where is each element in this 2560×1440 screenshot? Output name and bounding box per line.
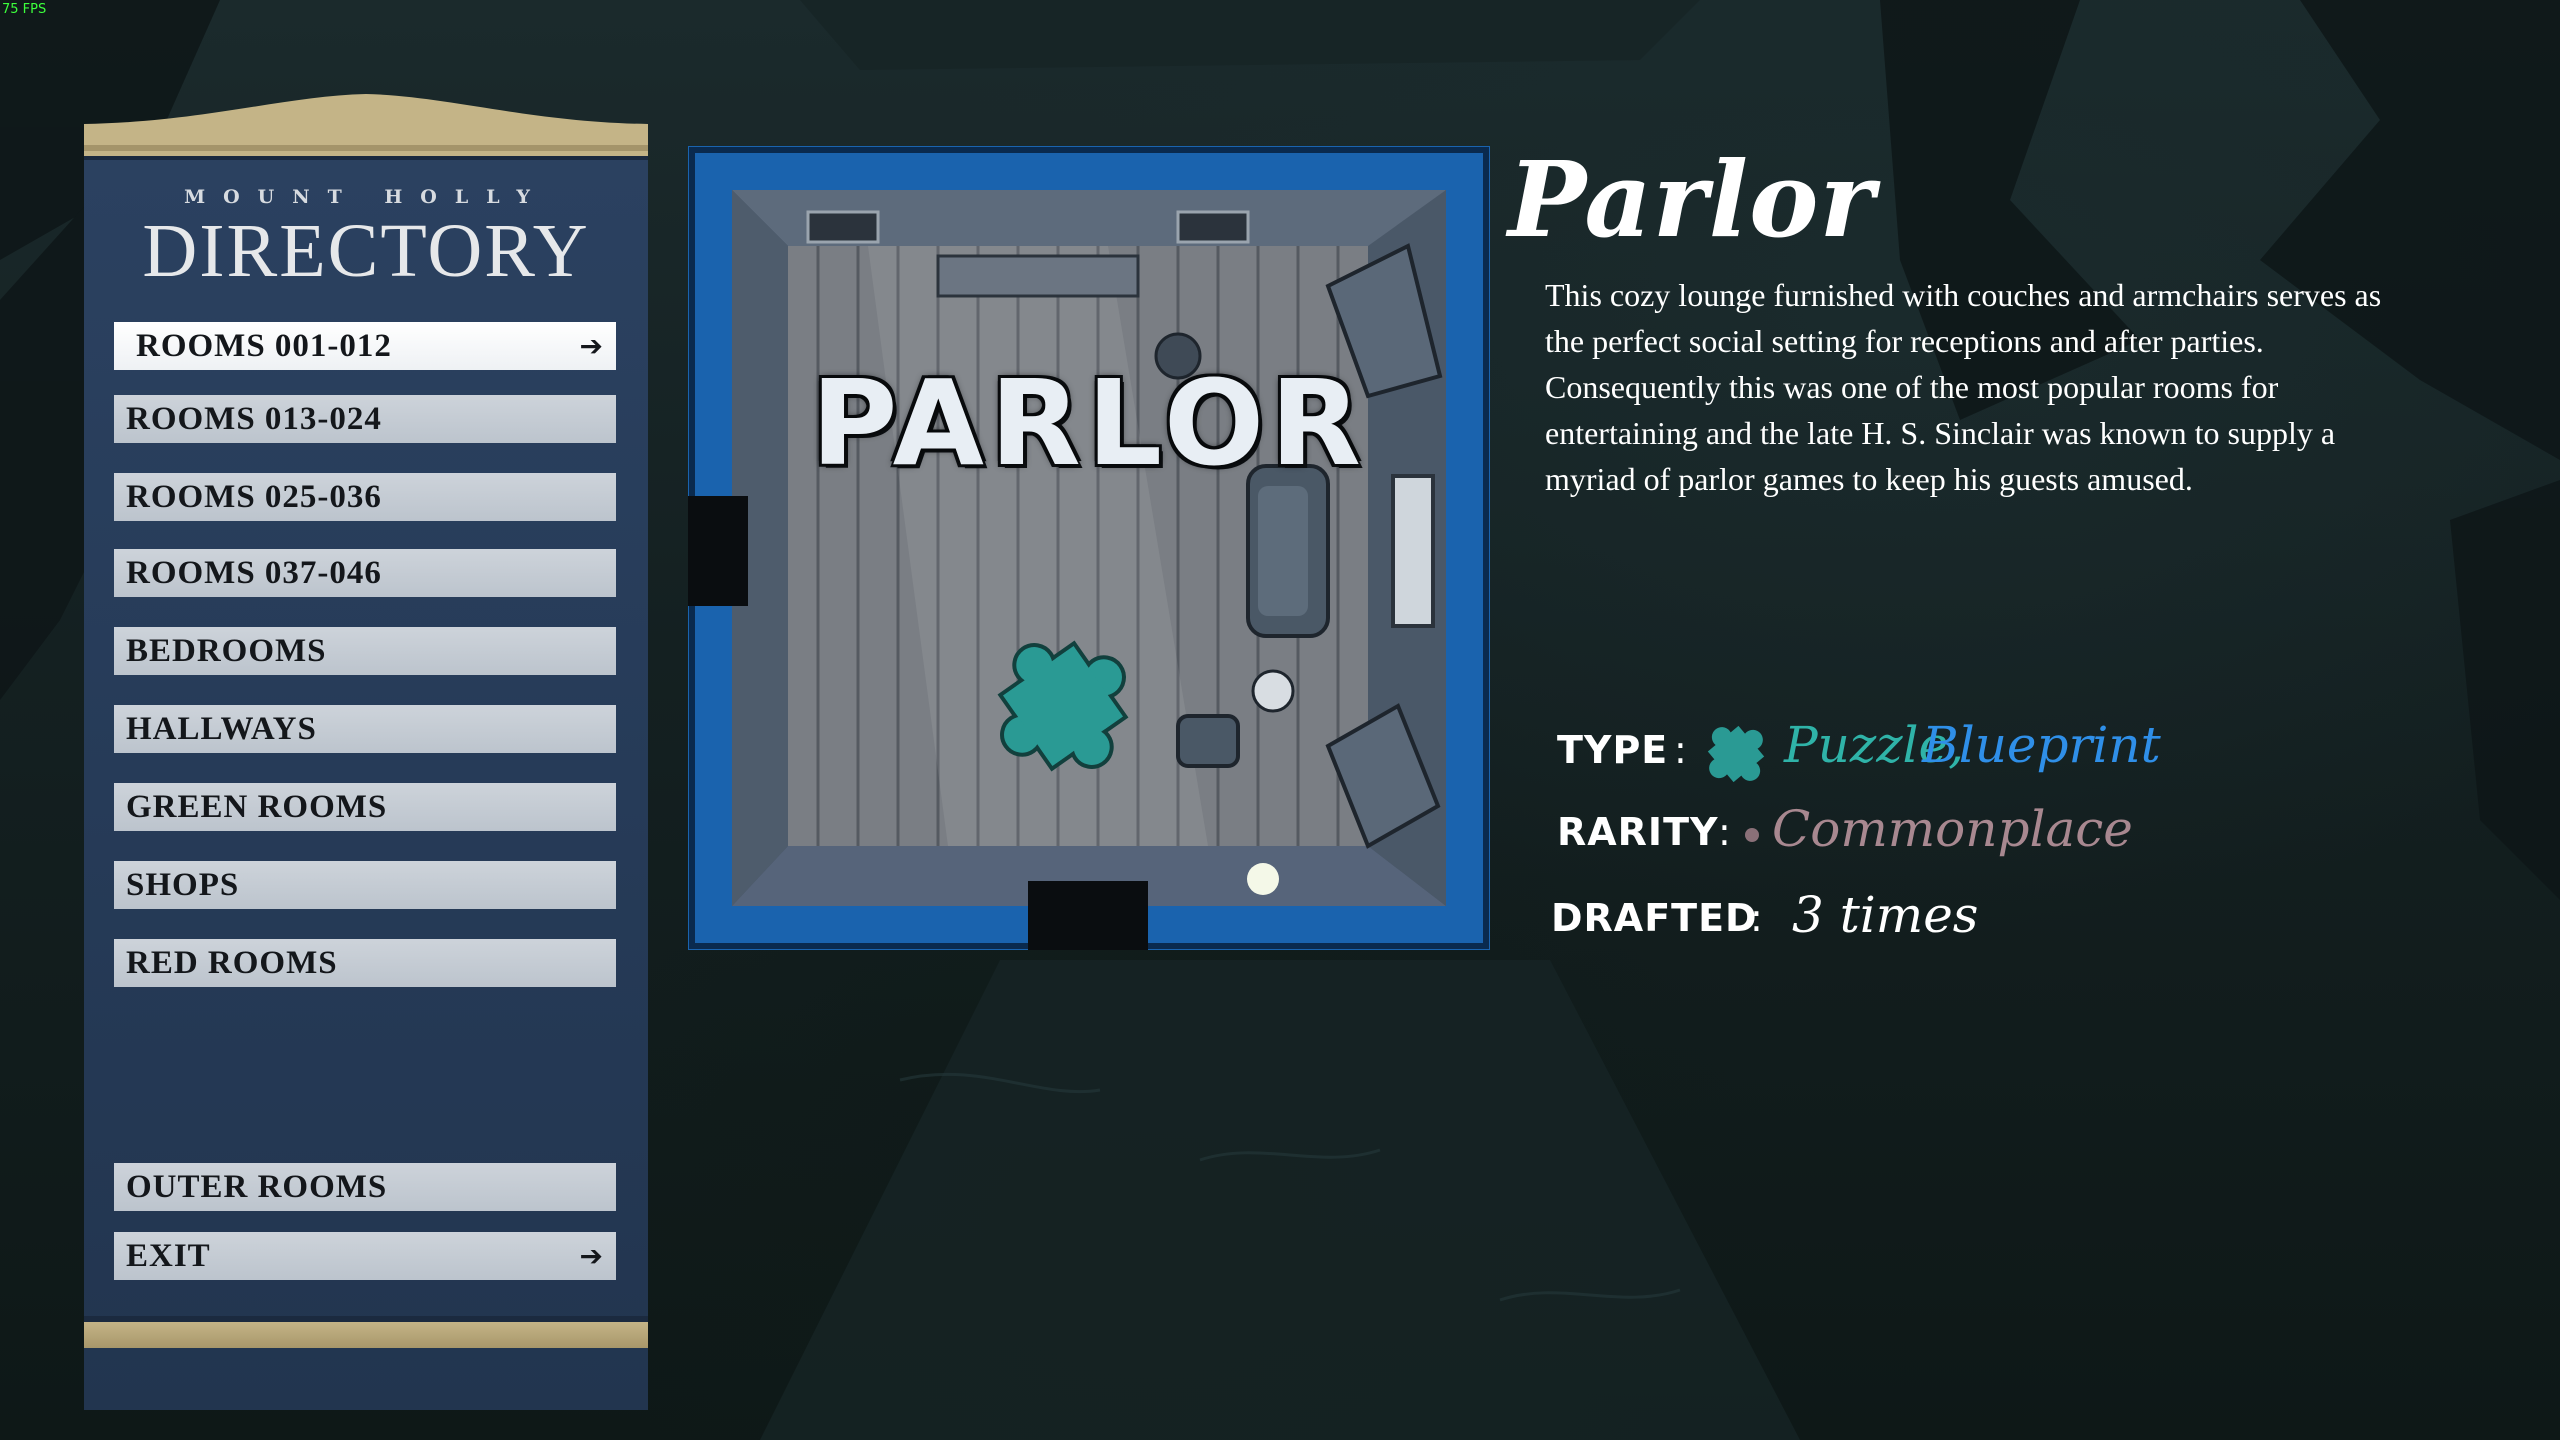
menu-item-label: HALLWAYS [126, 710, 317, 747]
room-name-title: Parlor [1508, 138, 1876, 261]
directory-subtitle: MOUNT HOLLY [184, 186, 548, 208]
menu-item-label: BEDROOMS [126, 632, 327, 669]
arrow-right-icon: ➔ [579, 329, 604, 363]
fps-counter: 75 FPS [2, 2, 47, 17]
directory-top-trim [84, 94, 648, 160]
menu-item-red-rooms[interactable]: RED ROOMS [114, 939, 616, 987]
drafted-label: DRAFTED [1551, 896, 1758, 940]
menu-item-label: ROOMS 013-024 [126, 400, 382, 437]
rarity-dot-icon [1745, 828, 1759, 842]
menu-item-bedrooms[interactable]: BEDROOMS [114, 627, 616, 675]
menu-item-rooms-001-012[interactable]: ROOMS 001-012 ➔ [114, 322, 616, 370]
menu-item-shops[interactable]: SHOPS [114, 861, 616, 909]
rarity-label: RARITY [1557, 810, 1719, 854]
directory-bottom-trim [84, 1316, 648, 1348]
room-description: This cozy lounge furnished with couches … [1545, 277, 2382, 497]
menu-item-rooms-037-046[interactable]: ROOMS 037-046 [114, 549, 616, 597]
menu-item-label: EXIT [126, 1237, 211, 1274]
menu-item-label: RED ROOMS [126, 944, 338, 981]
rarity-colon: : [1718, 810, 1731, 854]
arrow-right-icon: ➔ [579, 1239, 604, 1273]
type-label: TYPE [1557, 728, 1669, 772]
rarity-value: Commonplace [1772, 800, 2133, 858]
menu-item-rooms-013-024[interactable]: ROOMS 013-024 [114, 395, 616, 443]
drafted-colon: : [1750, 896, 1763, 940]
directory-title: DIRECTORY [142, 209, 590, 293]
menu-item-outer-rooms[interactable]: OUTER ROOMS [114, 1163, 616, 1211]
menu-item-label: ROOMS 001-012 [136, 327, 392, 364]
puzzle-piece-icon [1707, 725, 1765, 783]
menu-item-label: OUTER ROOMS [126, 1168, 388, 1205]
menu-item-exit[interactable]: EXIT ➔ [114, 1232, 616, 1280]
menu-item-rooms-025-036[interactable]: ROOMS 025-036 [114, 473, 616, 521]
menu-item-label: ROOMS 037-046 [126, 554, 382, 591]
room-image-label: PARLOR [811, 354, 1367, 492]
menu-item-label: GREEN ROOMS [126, 788, 388, 825]
drafted-value: 3 times [1792, 886, 1979, 944]
room-illustration: PARLOR [688, 146, 1490, 950]
type-value-blueprint: Blueprint [1922, 716, 2161, 774]
room-floorplan-image [688, 146, 1490, 950]
menu-item-green-rooms[interactable]: GREEN ROOMS [114, 783, 616, 831]
menu-item-hallways[interactable]: HALLWAYS [114, 705, 616, 753]
menu-item-label: SHOPS [126, 866, 240, 903]
menu-item-label: ROOMS 025-036 [126, 478, 382, 515]
game-screen: 75 FPS MOUNT HOLLY DIRECTORY ROOMS 001-0… [0, 0, 2560, 1440]
directory-panel: MOUNT HOLLY DIRECTORY ROOMS 001-012 ➔ RO… [84, 90, 648, 1410]
type-colon: : [1674, 728, 1687, 772]
